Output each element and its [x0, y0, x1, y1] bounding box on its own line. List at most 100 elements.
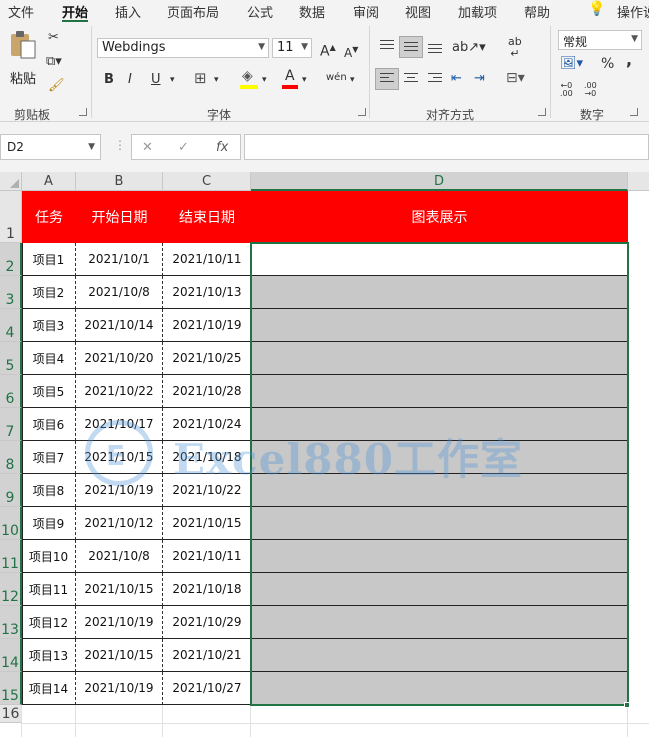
- start-date-cell[interactable]: 2021/10/15: [76, 441, 163, 474]
- row-header-8[interactable]: 8: [0, 441, 22, 474]
- end-date-cell[interactable]: 2021/10/21: [163, 639, 251, 672]
- end-date-cell[interactable]: 2021/10/27: [163, 672, 251, 705]
- chevron-down-icon[interactable]: ▾: [262, 72, 267, 88]
- task-cell[interactable]: 项目7: [22, 441, 76, 474]
- wrap-text-icon[interactable]: ab ↵: [508, 36, 522, 60]
- tab-insert[interactable]: 插入: [115, 2, 141, 21]
- start-date-cell[interactable]: 2021/10/20: [76, 342, 163, 375]
- italic-button[interactable]: I: [128, 72, 132, 88]
- start-date-cell[interactable]: 2021/10/15: [76, 573, 163, 606]
- font-size-select[interactable]: 11 ▼: [272, 38, 312, 58]
- task-cell[interactable]: 项目12: [22, 606, 76, 639]
- tab-view[interactable]: 视图: [405, 2, 431, 21]
- tab-addins[interactable]: 加载项: [458, 2, 497, 21]
- chart-cell[interactable]: [251, 441, 628, 474]
- end-date-cell[interactable]: 2021/10/11: [163, 540, 251, 573]
- chart-cell[interactable]: [251, 375, 628, 408]
- task-cell[interactable]: 项目10: [22, 540, 76, 573]
- grow-font-button[interactable]: A▲: [320, 40, 336, 60]
- comma-button[interactable]: ,: [626, 52, 632, 68]
- row-header-3[interactable]: 3: [0, 276, 22, 309]
- end-date-cell[interactable]: 2021/10/25: [163, 342, 251, 375]
- font-launcher-icon[interactable]: [358, 108, 366, 116]
- row-header-16[interactable]: 16: [0, 705, 22, 723]
- end-date-cell[interactable]: 2021/10/22: [163, 474, 251, 507]
- merge-center-icon[interactable]: ⊟▾: [506, 70, 525, 86]
- header-cell-A[interactable]: 任务: [22, 191, 76, 243]
- chart-cell[interactable]: [251, 276, 628, 309]
- lightbulb-icon[interactable]: 💡: [588, 1, 605, 17]
- align-left-icon[interactable]: [380, 73, 394, 85]
- font-color-button[interactable]: A: [282, 68, 300, 90]
- column-header-E[interactable]: [628, 172, 649, 191]
- task-cell[interactable]: 项目5: [22, 375, 76, 408]
- phonetic-guide-icon[interactable]: wén: [326, 70, 347, 86]
- start-date-cell[interactable]: 2021/10/8: [76, 276, 163, 309]
- align-center-icon[interactable]: [404, 73, 418, 85]
- row-header-14[interactable]: 14: [0, 639, 22, 672]
- start-date-cell[interactable]: 2021/10/19: [76, 672, 163, 705]
- header-cell-D[interactable]: 图表展示: [251, 191, 628, 243]
- row-header-12[interactable]: 12: [0, 573, 22, 606]
- copy-icon[interactable]: ⧉▾: [46, 54, 62, 70]
- start-date-cell[interactable]: 2021/10/19: [76, 474, 163, 507]
- task-cell[interactable]: 项目14: [22, 672, 76, 705]
- end-date-cell[interactable]: 2021/10/18: [163, 441, 251, 474]
- row-header-5[interactable]: 5: [0, 342, 22, 375]
- header-cell-B[interactable]: 开始日期: [76, 191, 163, 243]
- decrease-indent-icon[interactable]: ⇤: [451, 71, 462, 87]
- end-date-cell[interactable]: 2021/10/13: [163, 276, 251, 309]
- percent-button[interactable]: %: [601, 56, 614, 72]
- task-cell[interactable]: 项目2: [22, 276, 76, 309]
- chart-cell[interactable]: [251, 474, 628, 507]
- tab-home[interactable]: 开始: [62, 2, 88, 21]
- alignment-launcher-icon[interactable]: [538, 108, 546, 116]
- row-header-9[interactable]: 9: [0, 474, 22, 507]
- start-date-cell[interactable]: 2021/10/1: [76, 243, 163, 276]
- bottom-align-icon[interactable]: [428, 44, 442, 56]
- chart-cell[interactable]: [251, 540, 628, 573]
- start-date-cell[interactable]: 2021/10/19: [76, 606, 163, 639]
- fill-handle[interactable]: [624, 702, 630, 708]
- middle-align-icon[interactable]: [404, 42, 418, 54]
- clipboard-launcher-icon[interactable]: [79, 108, 87, 116]
- tab-file[interactable]: 文件: [8, 2, 34, 21]
- insert-function-icon[interactable]: fx: [216, 140, 228, 155]
- task-cell[interactable]: 项目9: [22, 507, 76, 540]
- end-date-cell[interactable]: 2021/10/24: [163, 408, 251, 441]
- shrink-font-button[interactable]: A▼: [344, 42, 358, 61]
- top-align-icon[interactable]: [380, 40, 394, 52]
- tab-formulas[interactable]: 公式: [247, 2, 273, 21]
- currency-icon[interactable]: 🖼▾: [560, 56, 583, 72]
- font-name-select[interactable]: Webdings ▼: [97, 38, 269, 58]
- number-format-select[interactable]: 常规 ▼: [558, 30, 642, 50]
- chevron-down-icon[interactable]: ▾: [214, 72, 219, 88]
- row-header-6[interactable]: 6: [0, 375, 22, 408]
- end-date-cell[interactable]: 2021/10/19: [163, 309, 251, 342]
- tab-data[interactable]: 数据: [299, 2, 325, 21]
- row-header-15[interactable]: 15: [0, 672, 22, 705]
- start-date-cell[interactable]: 2021/10/8: [76, 540, 163, 573]
- active-cell-D2[interactable]: [251, 243, 628, 276]
- paste-button[interactable]: 粘贴: [6, 28, 40, 87]
- decrease-decimal-icon[interactable]: .00 →0: [584, 82, 597, 98]
- chevron-down-icon[interactable]: ▾: [350, 72, 355, 88]
- format-painter-icon[interactable]: 🖌: [48, 78, 65, 94]
- task-cell[interactable]: 项目4: [22, 342, 76, 375]
- end-date-cell[interactable]: 2021/10/28: [163, 375, 251, 408]
- tab-tell-me[interactable]: 操作说: [617, 2, 649, 21]
- chart-cell[interactable]: [251, 309, 628, 342]
- chart-cell[interactable]: [251, 639, 628, 672]
- chevron-down-icon[interactable]: ▾: [170, 72, 175, 88]
- select-all-button[interactable]: [0, 172, 22, 191]
- row-header-10[interactable]: 10: [0, 507, 22, 540]
- row-header-2[interactable]: 2: [0, 243, 22, 276]
- column-header-A[interactable]: A: [22, 172, 76, 191]
- tab-help[interactable]: 帮助: [524, 2, 550, 21]
- chevron-down-icon[interactable]: ▾: [302, 72, 307, 88]
- align-right-icon[interactable]: [428, 73, 442, 85]
- name-box[interactable]: D2 ▼: [0, 134, 101, 160]
- start-date-cell[interactable]: 2021/10/14: [76, 309, 163, 342]
- enter-icon[interactable]: ✓: [178, 140, 189, 155]
- task-cell[interactable]: 项目6: [22, 408, 76, 441]
